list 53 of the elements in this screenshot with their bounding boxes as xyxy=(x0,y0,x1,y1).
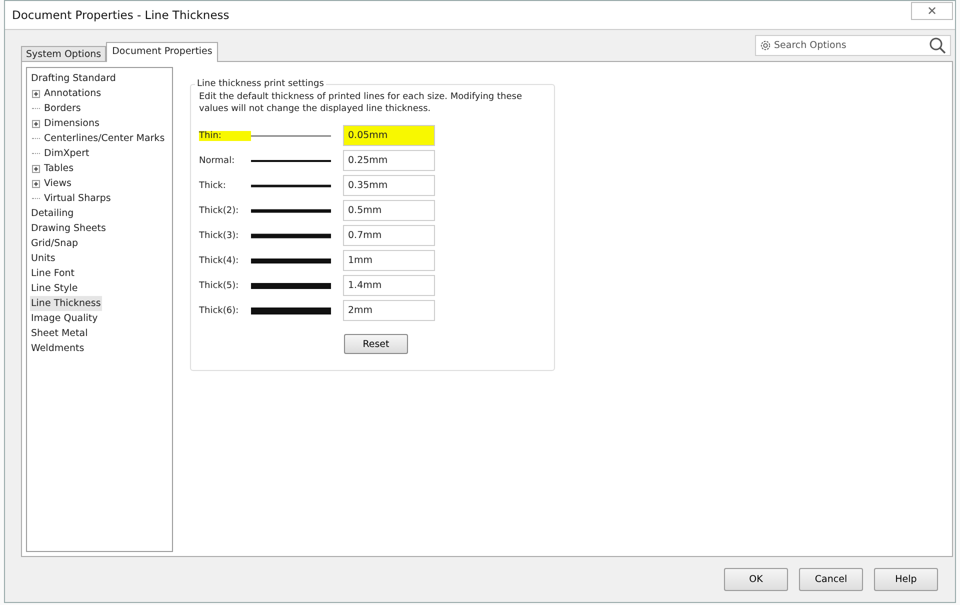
expand-icon[interactable] xyxy=(32,120,40,128)
tree-item[interactable]: Sheet Metal xyxy=(30,326,89,341)
close-button[interactable]: ✕ xyxy=(911,2,953,20)
tree-item[interactable]: Grid/Snap xyxy=(30,236,80,251)
thickness-label: Normal: xyxy=(199,156,236,166)
tree-item[interactable]: Virtual Sharps xyxy=(43,191,112,206)
dialog-button[interactable]: OK xyxy=(724,568,788,591)
expand-icon[interactable] xyxy=(32,90,40,98)
gear-icon xyxy=(760,40,771,51)
thickness-label: Thick(3): xyxy=(199,230,240,240)
dialog-button[interactable]: Cancel xyxy=(799,568,863,591)
tree-item[interactable]: Drawing Sheets xyxy=(30,221,107,236)
tree-item[interactable]: Weldments xyxy=(30,341,86,356)
thickness-field[interactable]: 0.35mm xyxy=(343,175,435,196)
thickness-field[interactable]: 1mm xyxy=(343,250,435,271)
thickness-label: Thick(5): xyxy=(199,280,240,290)
description-text: Edit the default thickness of printed lines for each size. Modifying these values will not change the displayed line thickness. xyxy=(199,91,523,115)
thickness-field[interactable]: 0.5mm xyxy=(343,200,435,221)
search-icon[interactable] xyxy=(929,37,946,54)
tree-item[interactable]: Line Thickness xyxy=(30,296,102,311)
tree-item[interactable]: Dimensions xyxy=(43,116,100,131)
thickness-field[interactable]: 0.25mm xyxy=(343,150,435,171)
tree-item[interactable]: Views xyxy=(43,176,72,191)
dialog-button[interactable]: Help xyxy=(874,568,938,591)
tree-item[interactable]: Centerlines/Center Marks xyxy=(43,131,166,146)
tree-item[interactable]: Line Style xyxy=(30,281,79,296)
tab[interactable]: System Options xyxy=(21,46,106,62)
tree-item[interactable]: Tables xyxy=(43,161,75,176)
reset-button[interactable]: Reset xyxy=(344,334,408,354)
tree-item[interactable]: DimXpert xyxy=(43,146,90,161)
thickness-label: Thick(6): xyxy=(199,306,240,316)
thickness-label: Thin: xyxy=(199,130,251,140)
tree-item[interactable]: Image Quality xyxy=(30,311,99,326)
tab[interactable]: Document Properties xyxy=(106,42,218,62)
thickness-field[interactable]: 0.05mm xyxy=(343,125,435,146)
expand-icon[interactable] xyxy=(32,180,40,188)
window-title: Document Properties - Line Thickness xyxy=(12,8,230,22)
thickness-field[interactable]: 2mm xyxy=(343,300,435,321)
tree-item[interactable]: Detailing xyxy=(30,206,75,221)
search-input[interactable]: Search Options xyxy=(774,40,926,51)
tree-item[interactable]: Annotations xyxy=(43,86,102,101)
thickness-field[interactable]: 1.4mm xyxy=(343,275,435,296)
tree-item[interactable]: Line Font xyxy=(30,266,76,281)
tree-item[interactable]: Borders xyxy=(43,101,82,116)
search-field[interactable]: Search Options xyxy=(755,35,951,56)
thickness-field[interactable]: 0.7mm xyxy=(343,225,435,246)
thickness-label: Thick: xyxy=(199,180,227,190)
tree-item[interactable]: Units xyxy=(30,251,56,266)
expand-icon[interactable] xyxy=(32,164,40,172)
tree-item[interactable]: Drafting Standard xyxy=(30,71,117,86)
thickness-label: Thick(4): xyxy=(199,256,240,266)
thickness-label: Thick(2): xyxy=(199,206,240,216)
group-title: Line thickness print settings xyxy=(196,79,325,89)
